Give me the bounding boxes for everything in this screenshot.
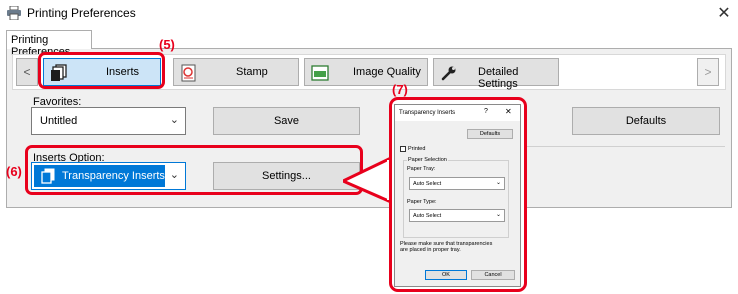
callout-pointer: [343, 156, 395, 204]
window-title: Printing Preferences: [27, 6, 136, 20]
callout-number-6: (6): [6, 164, 22, 179]
paper-tray-label: Paper Tray:: [407, 166, 436, 172]
toolbar-next-button[interactable]: >: [697, 58, 719, 86]
stamp-label: Stamp: [236, 66, 268, 78]
dialog-title: Transparency Inserts: [399, 110, 456, 116]
wrench-icon: [441, 66, 456, 81]
toolbar-prev-button[interactable]: <: [16, 58, 38, 86]
favorites-value: Untitled: [40, 115, 78, 127]
callout-box-6: [25, 145, 363, 195]
chevron-down-icon: ⌄: [495, 212, 501, 218]
paper-tray-value: Auto Select: [413, 181, 442, 187]
image-quality-label: Image Quality: [353, 66, 421, 78]
paper-selection-label: Paper Selection: [407, 157, 448, 163]
note-line-2: are placed in proper tray.: [400, 247, 461, 253]
close-icon[interactable]: ✕: [505, 107, 512, 116]
dialog-title-bar: Transparency Inserts ? ✕: [395, 105, 520, 121]
callout-number-5: (5): [159, 37, 175, 52]
stamp-button[interactable]: Stamp: [173, 58, 299, 86]
help-icon[interactable]: ?: [484, 108, 488, 115]
divider: [525, 146, 725, 147]
ok-button[interactable]: OK: [425, 270, 467, 280]
image-quality-icon: [311, 65, 329, 81]
cancel-button[interactable]: Cancel: [471, 270, 515, 280]
save-button[interactable]: Save: [213, 107, 360, 135]
paper-type-select[interactable]: Auto Select ⌄: [409, 209, 505, 222]
dialog-defaults-button[interactable]: Defaults: [467, 129, 513, 139]
chevron-down-icon: ⌄: [169, 114, 179, 126]
transparency-inserts-dialog: Transparency Inserts ? ✕ Defaults Printe…: [394, 104, 521, 287]
paper-type-label: Paper Type:: [407, 199, 437, 205]
tab-printing-preferences[interactable]: Printing Preferences: [6, 30, 92, 58]
printer-icon: [7, 6, 21, 20]
close-icon[interactable]: ✕: [716, 3, 732, 23]
callout-box-5: [38, 52, 165, 89]
paper-tray-select[interactable]: Auto Select ⌄: [409, 177, 505, 190]
detailed-settings-label: Detailed Settings: [478, 66, 519, 90]
printed-checkbox[interactable]: [400, 146, 406, 152]
detailed-settings-button[interactable]: Detailed Settings: [433, 58, 559, 90]
title-bar: Printing Preferences ✕: [0, 0, 738, 26]
printed-label: Printed: [408, 146, 426, 152]
defaults-button[interactable]: Defaults: [572, 107, 720, 135]
image-quality-button[interactable]: Image Quality: [304, 58, 428, 86]
paper-type-value: Auto Select: [413, 213, 442, 219]
stamp-icon: [181, 64, 196, 82]
chevron-down-icon: ⌄: [495, 180, 501, 186]
callout-number-7: (7): [392, 82, 408, 97]
favorites-select[interactable]: Untitled ⌄: [31, 107, 186, 135]
